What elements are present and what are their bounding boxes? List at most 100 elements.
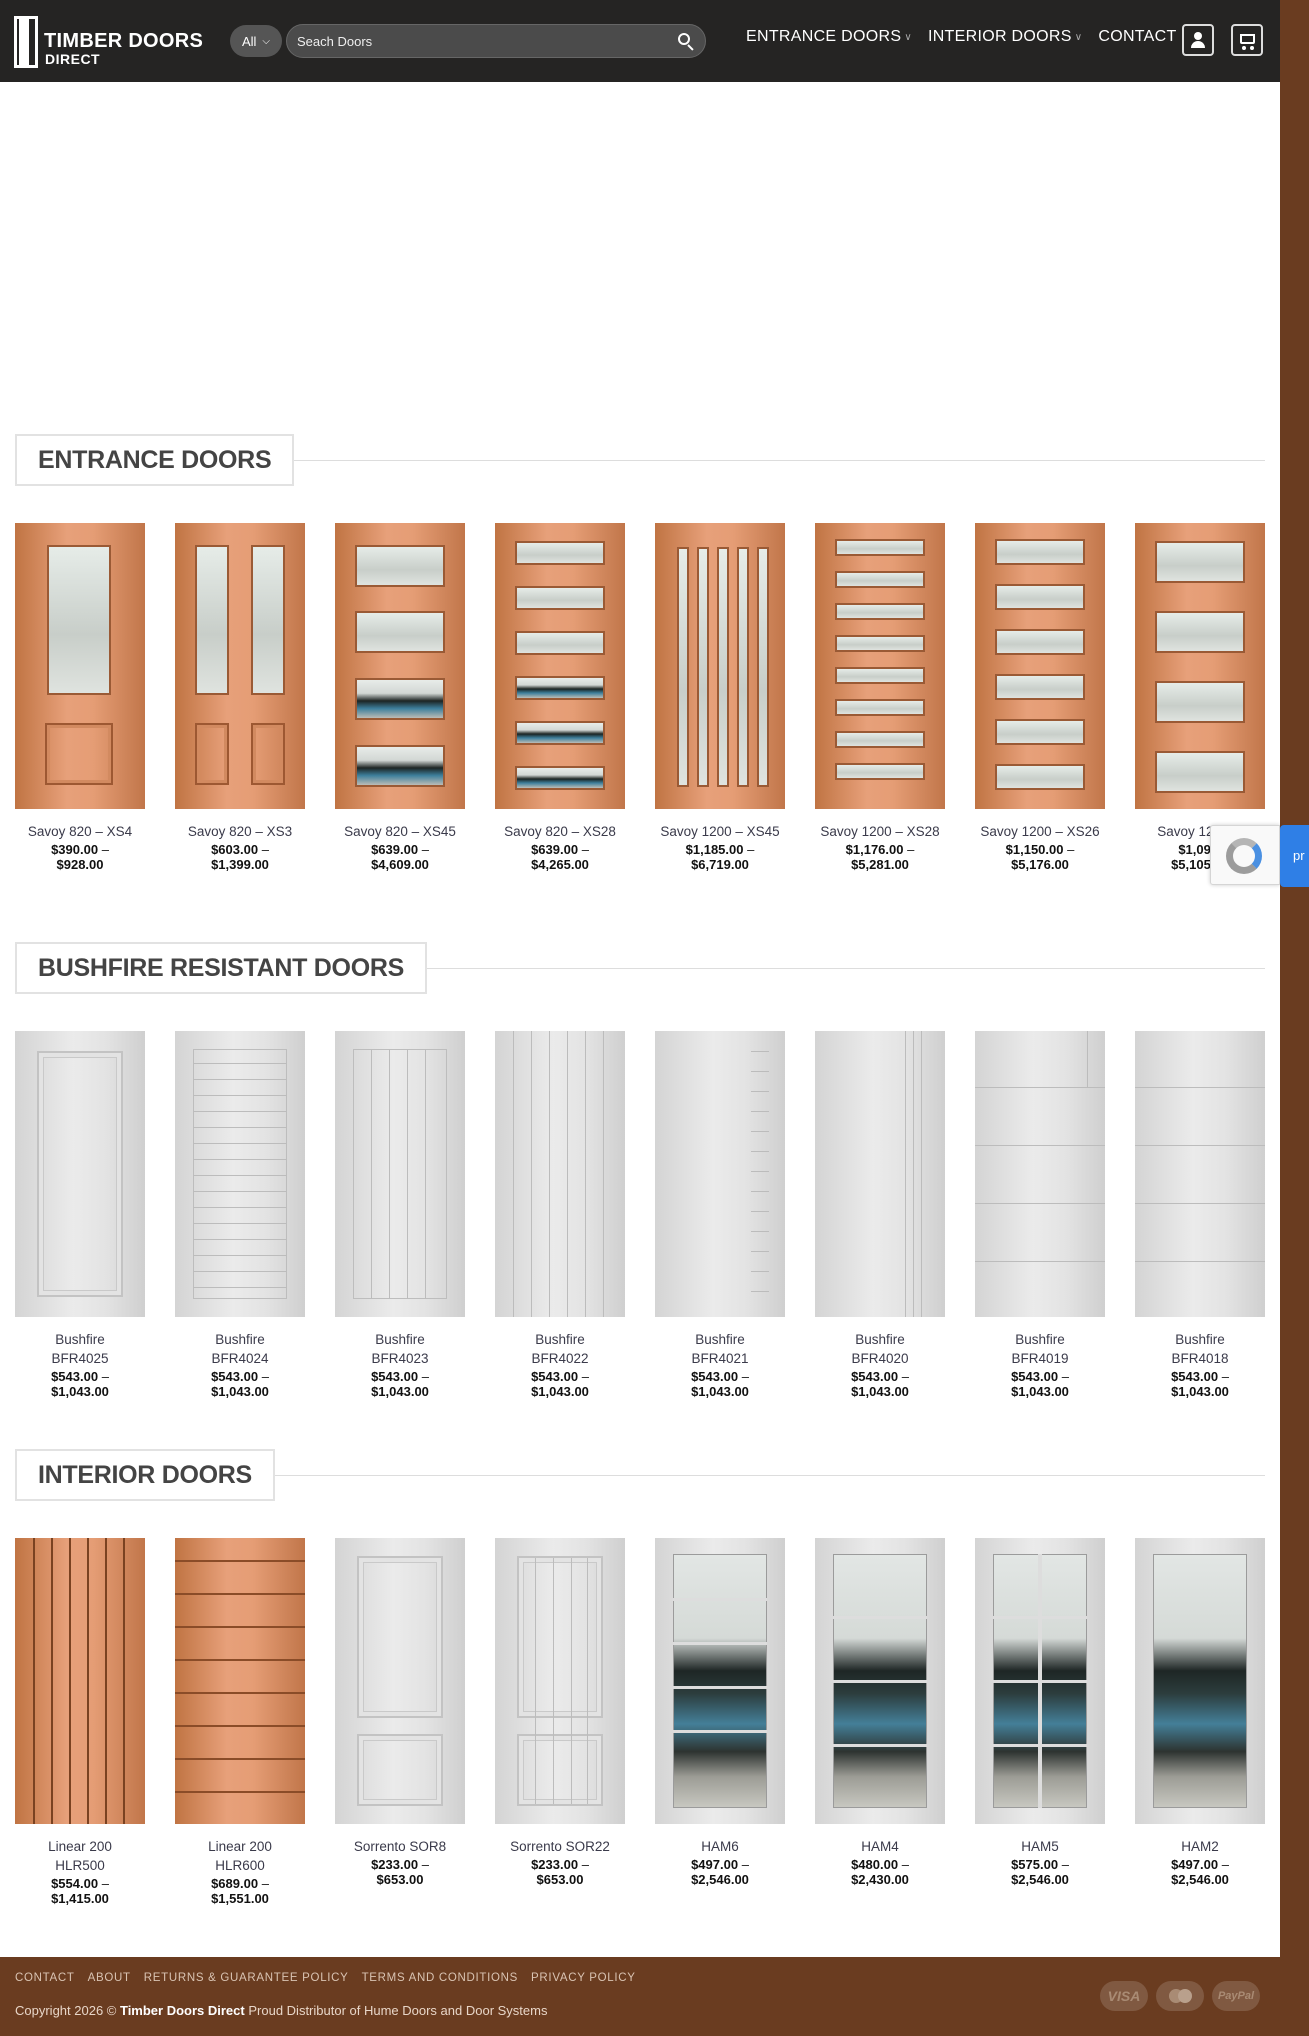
product-name[interactable]: HAM6 [655, 1837, 785, 1856]
product-card[interactable]: Bushfire BFR4018 $543.00 – $1,043.00 [1135, 1031, 1265, 1399]
product-card[interactable]: Savoy 820 – XS28 $639.00 – $4,265.00 [495, 523, 625, 872]
product-name[interactable]: Linear 200 HLR600 [175, 1837, 305, 1875]
footer-link-returns[interactable]: RETURNS & GUARANTEE POLICY [144, 1972, 349, 1984]
product-price: $639.00 – $4,265.00 [531, 842, 589, 872]
footer-link-contact[interactable]: CONTACT [15, 1972, 75, 1984]
product-card[interactable]: HAM2 $497.00 – $2,546.00 [1135, 1538, 1265, 1887]
product-image[interactable] [975, 1031, 1105, 1317]
product-price: $497.00 – $2,546.00 [1171, 1857, 1229, 1887]
product-image[interactable] [1135, 1538, 1265, 1824]
product-image[interactable] [815, 1031, 945, 1317]
product-card[interactable]: HAM4 $480.00 – $2,430.00 [815, 1538, 945, 1887]
product-price: $497.00 – $2,546.00 [691, 1857, 749, 1887]
product-image[interactable] [15, 523, 145, 809]
product-image[interactable] [335, 1538, 465, 1824]
product-name[interactable]: Bushfire BFR4021 [655, 1330, 785, 1368]
product-price: $543.00 – $1,043.00 [51, 1369, 109, 1399]
recaptcha-icon [1226, 838, 1262, 874]
product-card[interactable]: Linear 200 HLR500 $554.00 – $1,415.00 [15, 1538, 145, 1906]
product-image[interactable] [495, 1031, 625, 1317]
product-name[interactable]: Sorrento SOR22 [495, 1837, 625, 1856]
product-price: $554.00 – $1,415.00 [51, 1876, 109, 1906]
product-card[interactable]: Linear 200 HLR600 $689.00 – $1,551.00 [175, 1538, 305, 1906]
product-name[interactable]: Savoy 820 – XS4 [15, 822, 145, 841]
search-input[interactable] [287, 25, 647, 57]
product-image[interactable] [175, 1031, 305, 1317]
cart-button[interactable] [1231, 24, 1263, 56]
product-image[interactable] [975, 523, 1105, 809]
product-price: $543.00 – $1,043.00 [1171, 1369, 1229, 1399]
product-name[interactable]: Bushfire BFR4024 [175, 1330, 305, 1368]
product-card[interactable]: Bushfire BFR4024 $543.00 – $1,043.00 [175, 1031, 305, 1399]
recaptcha-badge[interactable] [1210, 825, 1280, 885]
product-image[interactable] [655, 1031, 785, 1317]
product-image[interactable] [815, 523, 945, 809]
product-name[interactable]: Savoy 1200 – XS28 [815, 822, 945, 841]
product-name[interactable]: Bushfire BFR4019 [975, 1330, 1105, 1368]
product-name[interactable]: Bushfire BFR4023 [335, 1330, 465, 1368]
product-price: $603.00 – $1,399.00 [211, 842, 269, 872]
logo[interactable]: TIMBER DOORS DIRECT [14, 14, 203, 68]
product-card[interactable]: Savoy 1200 – XS45 $1,185.00 – $6,719.00 [655, 523, 785, 872]
product-image[interactable] [335, 1031, 465, 1317]
product-card[interactable]: Savoy 1200 – XS28 $1,176.00 – $5,281.00 [815, 523, 945, 872]
product-card[interactable]: Savoy 820 – XS45 $639.00 – $4,609.00 [335, 523, 465, 872]
product-price: $480.00 – $2,430.00 [851, 1857, 909, 1887]
product-card[interactable]: Savoy 12 XS2 $1,099. $5,105.00 [1135, 523, 1265, 872]
product-name[interactable]: Savoy 1200 – XS26 [975, 822, 1105, 841]
nav-contact[interactable]: CONTACT [1098, 28, 1176, 46]
product-image[interactable] [495, 1538, 625, 1824]
product-image[interactable] [655, 523, 785, 809]
product-name[interactable]: HAM5 [975, 1837, 1105, 1856]
product-card[interactable]: Savoy 820 – XS4 $390.00 – $928.00 [15, 523, 145, 872]
product-image[interactable] [175, 523, 305, 809]
product-name[interactable]: Bushfire BFR4022 [495, 1330, 625, 1368]
product-name[interactable]: Linear 200 HLR500 [15, 1837, 145, 1875]
product-image[interactable] [1135, 523, 1265, 809]
product-name[interactable]: Bushfire BFR4020 [815, 1330, 945, 1368]
product-card[interactable]: HAM6 $497.00 – $2,546.00 [655, 1538, 785, 1887]
account-button[interactable] [1182, 24, 1214, 56]
nav-interior-doors[interactable]: INTERIOR DOORS ∨ [928, 28, 1082, 46]
product-name[interactable]: Bushfire BFR4025 [15, 1330, 145, 1368]
product-card[interactable]: Sorrento SOR8 $233.00 – $653.00 [335, 1538, 465, 1887]
product-card[interactable]: Sorrento SOR22 $233.00 – $653.00 [495, 1538, 625, 1887]
product-image[interactable] [975, 1538, 1105, 1824]
product-image[interactable] [15, 1538, 145, 1824]
product-price: $390.00 – $928.00 [51, 842, 109, 872]
product-card[interactable]: Bushfire BFR4025 $543.00 – $1,043.00 [15, 1031, 145, 1399]
product-image[interactable] [1135, 1031, 1265, 1317]
product-card[interactable]: Bushfire BFR4020 $543.00 – $1,043.00 [815, 1031, 945, 1399]
category-select[interactable]: All ⌵ [230, 25, 282, 57]
product-card[interactable]: HAM5 $575.00 – $2,546.00 [975, 1538, 1105, 1887]
product-name[interactable]: Sorrento SOR8 [335, 1837, 465, 1856]
product-image[interactable] [15, 1031, 145, 1317]
footer-links: CONTACT ABOUT RETURNS & GUARANTEE POLICY… [15, 1972, 636, 1984]
product-name[interactable]: Savoy 820 – XS3 [175, 822, 305, 841]
footer-link-privacy[interactable]: PRIVACY POLICY [531, 1972, 636, 1984]
search-button[interactable] [675, 31, 697, 53]
nav-entrance-doors[interactable]: ENTRANCE DOORS ∨ [746, 28, 912, 46]
product-name[interactable]: Savoy 1200 – XS45 [655, 822, 785, 841]
product-card[interactable]: Bushfire BFR4022 $543.00 – $1,043.00 [495, 1031, 625, 1399]
product-name[interactable]: Savoy 820 – XS28 [495, 822, 625, 841]
product-price: $543.00 – $1,043.00 [211, 1369, 269, 1399]
product-image[interactable] [655, 1538, 785, 1824]
product-name[interactable]: Bushfire BFR4018 [1135, 1330, 1265, 1368]
feedback-tab[interactable]: pr [1280, 825, 1309, 887]
product-name[interactable]: Savoy 820 – XS45 [335, 822, 465, 841]
footer-link-terms[interactable]: TERMS AND CONDITIONS [362, 1972, 518, 1984]
product-card[interactable]: Bushfire BFR4021 $543.00 – $1,043.00 [655, 1031, 785, 1399]
product-card[interactable]: Savoy 1200 – XS26 $1,150.00 – $5,176.00 [975, 523, 1105, 872]
product-card[interactable]: Bushfire BFR4023 $543.00 – $1,043.00 [335, 1031, 465, 1399]
product-image[interactable] [495, 523, 625, 809]
product-name[interactable]: HAM2 [1135, 1837, 1265, 1856]
product-name[interactable]: HAM4 [815, 1837, 945, 1856]
footer-link-about[interactable]: ABOUT [88, 1972, 131, 1984]
product-image[interactable] [815, 1538, 945, 1824]
cart-icon [1240, 34, 1255, 44]
product-card[interactable]: Savoy 820 – XS3 $603.00 – $1,399.00 [175, 523, 305, 872]
product-image[interactable] [335, 523, 465, 809]
product-card[interactable]: Bushfire BFR4019 $543.00 – $1,043.00 [975, 1031, 1105, 1399]
product-image[interactable] [175, 1538, 305, 1824]
